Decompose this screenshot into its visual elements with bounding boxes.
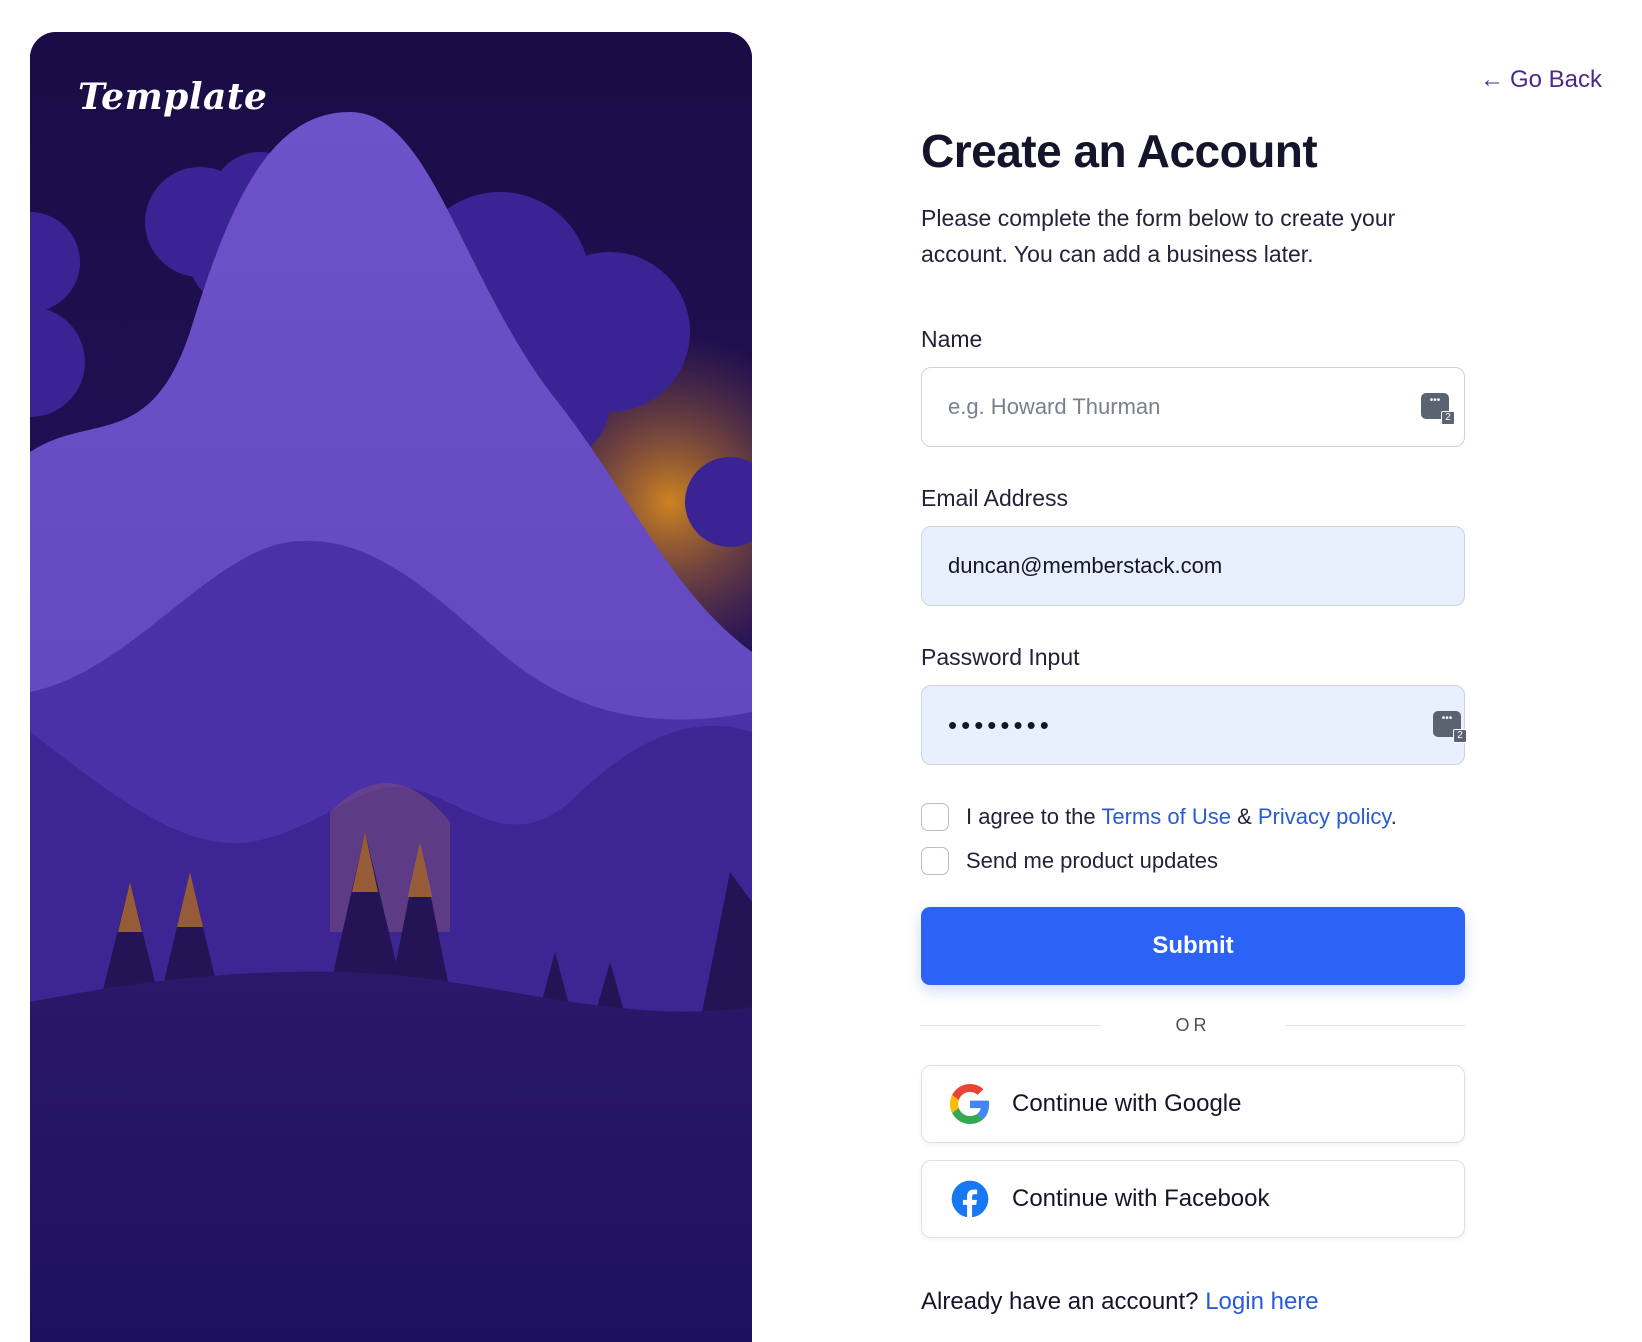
- login-prompt: Already have an account? Login here: [921, 1288, 1465, 1316]
- google-icon: [950, 1084, 990, 1124]
- hero-illustration: Template: [30, 32, 752, 1342]
- arrow-left-icon: ←: [1479, 66, 1504, 93]
- password-input[interactable]: [921, 685, 1465, 765]
- facebook-signin-button[interactable]: Continue with Facebook: [921, 1160, 1465, 1238]
- google-label: Continue with Google: [1012, 1090, 1242, 1117]
- divider-line: [1285, 1025, 1465, 1026]
- email-input[interactable]: [921, 526, 1465, 606]
- updates-checkbox[interactable]: [921, 847, 949, 875]
- email-field-wrapper: [921, 526, 1465, 606]
- privacy-policy-link[interactable]: Privacy policy: [1258, 804, 1391, 829]
- submit-button[interactable]: Submit: [921, 907, 1465, 985]
- updates-label: Send me product updates: [966, 848, 1218, 873]
- page-title: Create an Account: [921, 125, 1318, 177]
- login-link[interactable]: Login here: [1205, 1288, 1318, 1315]
- signup-form: Create an Account Please complete the fo…: [921, 124, 1467, 1316]
- login-prompt-text: Already have an account?: [921, 1288, 1206, 1315]
- password-field-wrapper: ••• 2: [921, 685, 1467, 765]
- name-input[interactable]: [921, 367, 1465, 447]
- name-field-wrapper: ••• 2: [921, 367, 1465, 447]
- or-divider: OR: [921, 985, 1465, 1065]
- brand-logo[interactable]: Template: [78, 76, 267, 118]
- go-back-link[interactable]: ← Go Back: [1480, 66, 1602, 94]
- password-manager-badge: 2: [1441, 411, 1455, 425]
- password-label: Password Input: [921, 644, 1080, 670]
- google-signin-button[interactable]: Continue with Google: [921, 1065, 1465, 1143]
- terms-row: I agree to the Terms of Use & Privacy po…: [921, 803, 1465, 831]
- go-back-label: Go Back: [1509, 66, 1602, 93]
- updates-row: Send me product updates: [921, 847, 1465, 875]
- terms-text: I agree to the Terms of Use & Privacy po…: [966, 804, 1397, 830]
- facebook-icon: [951, 1180, 989, 1218]
- divider-line: [921, 1025, 1101, 1026]
- divider-label: OR: [1175, 1014, 1211, 1035]
- terms-joiner: &: [1230, 804, 1258, 829]
- terms-prefix: I agree to the: [966, 804, 1102, 829]
- terms-checkbox[interactable]: [921, 803, 949, 831]
- password-manager-icon[interactable]: ••• 2: [1433, 711, 1467, 743]
- password-manager-icon[interactable]: ••• 2: [1421, 393, 1455, 425]
- password-manager-badge: 2: [1453, 729, 1467, 743]
- page-subtitle: Please complete the form below to create…: [921, 205, 1396, 267]
- email-label: Email Address: [921, 485, 1069, 511]
- facebook-label: Continue with Facebook: [1012, 1185, 1270, 1212]
- name-label: Name: [921, 326, 983, 352]
- mountain-landscape-image: [30, 32, 752, 1342]
- terms-suffix: .: [1390, 804, 1397, 829]
- terms-of-use-link[interactable]: Terms of Use: [1101, 804, 1231, 829]
